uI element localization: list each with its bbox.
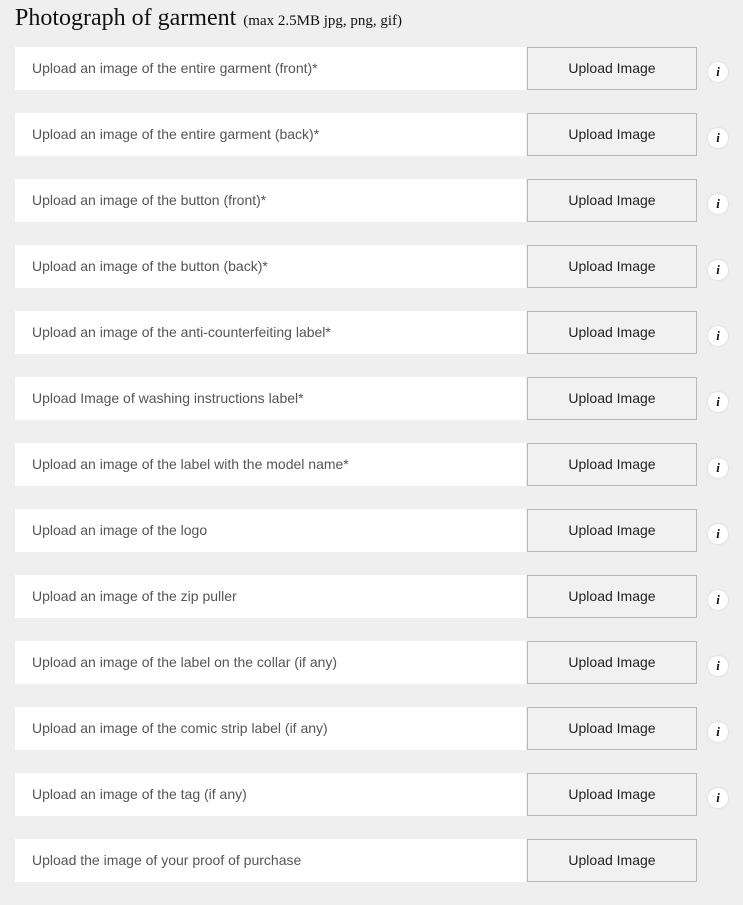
upload-row: Upload Image of washing instructions lab… — [0, 377, 743, 443]
upload-field-label: Upload an image of the entire garment (f… — [15, 47, 526, 90]
upload-row: Upload an image of the label on the coll… — [0, 641, 743, 707]
info-icon[interactable]: i — [708, 326, 728, 346]
upload-field-label: Upload an image of the zip puller — [15, 575, 526, 618]
section-title: Photograph of garment — [15, 5, 237, 31]
info-icon[interactable]: i — [708, 788, 728, 808]
info-icon[interactable]: i — [708, 62, 728, 82]
info-icon[interactable]: i — [708, 722, 728, 742]
upload-row: Upload an image of the entire garment (f… — [0, 47, 743, 113]
upload-row: Upload an image of the anti-counterfeiti… — [0, 311, 743, 377]
upload-row: Upload an image of the comic strip label… — [0, 707, 743, 773]
upload-list: Upload an image of the entire garment (f… — [0, 47, 743, 905]
upload-field-label: Upload an image of the button (front)* — [15, 179, 526, 222]
upload-row: Upload an image of the entire garment (b… — [0, 113, 743, 179]
upload-image-button[interactable]: Upload Image — [527, 707, 697, 750]
info-icon[interactable]: i — [708, 656, 728, 676]
upload-row: Upload an image of the tag (if any) Uplo… — [0, 773, 743, 839]
upload-image-button[interactable]: Upload Image — [527, 839, 697, 882]
upload-field-label: Upload an image of the button (back)* — [15, 245, 526, 288]
upload-image-button[interactable]: Upload Image — [527, 641, 697, 684]
upload-field-label: Upload Image of washing instructions lab… — [15, 377, 526, 420]
upload-image-button[interactable]: Upload Image — [527, 773, 697, 816]
upload-field-label: Upload an image of the anti-counterfeiti… — [15, 311, 526, 354]
upload-image-button[interactable]: Upload Image — [527, 179, 697, 222]
info-icon[interactable]: i — [708, 194, 728, 214]
upload-row: Upload an image of the zip puller Upload… — [0, 575, 743, 641]
upload-row: Upload an image of the button (front)* U… — [0, 179, 743, 245]
upload-field-label: Upload an image of the logo — [15, 509, 526, 552]
info-icon[interactable]: i — [708, 524, 728, 544]
upload-image-button[interactable]: Upload Image — [527, 443, 697, 486]
upload-image-button[interactable]: Upload Image — [527, 509, 697, 552]
upload-field-label: Upload an image of the tag (if any) — [15, 773, 526, 816]
info-icon[interactable]: i — [708, 260, 728, 280]
upload-image-button[interactable]: Upload Image — [527, 47, 697, 90]
upload-image-button[interactable]: Upload Image — [527, 575, 697, 618]
upload-row: Upload an image of the label with the mo… — [0, 443, 743, 509]
upload-field-label: Upload an image of the comic strip label… — [15, 707, 526, 750]
upload-field-label: Upload an image of the label with the mo… — [15, 443, 526, 486]
upload-image-button[interactable]: Upload Image — [527, 377, 697, 420]
upload-image-button[interactable]: Upload Image — [527, 245, 697, 288]
info-icon[interactable]: i — [708, 458, 728, 478]
upload-row: Upload an image of the logo Upload Image… — [0, 509, 743, 575]
upload-field-label: Upload an image of the label on the coll… — [15, 641, 526, 684]
upload-image-button[interactable]: Upload Image — [527, 311, 697, 354]
upload-row: Upload the image of your proof of purcha… — [0, 839, 743, 905]
upload-field-label: Upload the image of your proof of purcha… — [15, 839, 526, 882]
info-icon[interactable]: i — [708, 128, 728, 148]
file-size-hint: (max 2.5MB jpg, png, gif) — [243, 13, 403, 29]
section-heading: Photograph of garment (max 2.5MB jpg, pn… — [15, 3, 402, 37]
info-icon[interactable]: i — [708, 392, 728, 412]
info-icon[interactable]: i — [708, 590, 728, 610]
upload-image-button[interactable]: Upload Image — [527, 113, 697, 156]
upload-field-label: Upload an image of the entire garment (b… — [15, 113, 526, 156]
upload-row: Upload an image of the button (back)* Up… — [0, 245, 743, 311]
